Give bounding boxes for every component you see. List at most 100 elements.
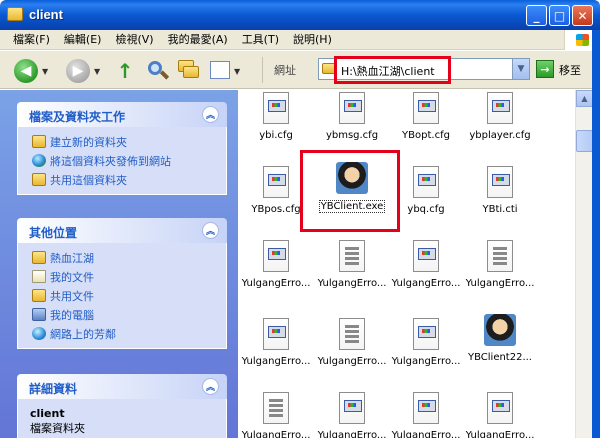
config-file-icon: [487, 166, 513, 198]
file-item[interactable]: YBti.cti: [462, 166, 538, 215]
go-button[interactable]: →: [536, 60, 554, 78]
file-item[interactable]: YulgangErro...: [238, 318, 314, 367]
address-dropdown-button[interactable]: ▼: [512, 59, 529, 79]
file-item[interactable]: ybi.cfg: [238, 92, 314, 141]
place-my-computer[interactable]: 我的電腦: [30, 305, 226, 324]
exe-highlight: [300, 150, 400, 232]
globe-icon: [32, 154, 46, 167]
text-file-icon: [339, 318, 365, 350]
file-item[interactable]: YulgangErro...: [388, 392, 464, 438]
config-file-icon: [339, 92, 365, 124]
config-file-icon: [263, 318, 289, 350]
file-item[interactable]: YBopt.cfg: [388, 92, 464, 141]
forward-dropdown-icon[interactable]: ▼: [94, 67, 100, 76]
vertical-scrollbar[interactable]: ▲: [575, 90, 593, 438]
place-shared-documents[interactable]: 共用文件: [30, 286, 226, 305]
documents-icon: [32, 270, 46, 283]
file-item[interactable]: YulgangErro...: [462, 392, 538, 438]
details-name: client: [30, 407, 65, 420]
file-item[interactable]: ybplayer.cfg: [462, 92, 538, 141]
scroll-up-button[interactable]: ▲: [576, 90, 593, 107]
config-file-icon: [263, 240, 289, 272]
place-game-folder[interactable]: 熱血江湖: [30, 248, 226, 267]
place-my-documents[interactable]: 我的文件: [30, 267, 226, 286]
text-file-icon: [487, 240, 513, 272]
file-item[interactable]: YulgangErro...: [314, 392, 390, 438]
config-file-icon: [263, 166, 289, 198]
file-item[interactable]: YBClient22...: [462, 314, 538, 363]
views-dropdown-icon[interactable]: ▼: [234, 67, 240, 76]
menu-help[interactable]: 說明(H): [286, 30, 339, 50]
windows-flag-icon: [576, 34, 589, 46]
minimize-button[interactable]: _: [526, 5, 547, 26]
file-item[interactable]: YulgangErro...: [238, 240, 314, 289]
forward-button[interactable]: ▶: [66, 59, 90, 83]
address-highlight: [334, 56, 451, 84]
config-file-icon: [413, 166, 439, 198]
details-panel: 詳細資料 ︽ client 檔案資料夾: [17, 374, 227, 438]
file-item[interactable]: YulgangErro...: [314, 240, 390, 289]
file-item[interactable]: ybmsg.cfg: [314, 92, 390, 141]
computer-icon: [32, 308, 46, 321]
text-file-icon: [339, 240, 365, 272]
panel-header[interactable]: 詳細資料 ︽: [17, 374, 227, 399]
task-pane: 檔案及資料夾工作 ︽ 建立新的資料夾 將這個資料夾發佈到網站 共用這個資料夾 其…: [0, 90, 238, 438]
menu-bar: 檔案(F) 編輯(E) 檢視(V) 我的最愛(A) 工具(T) 說明(H): [0, 30, 600, 50]
file-tasks-panel: 檔案及資料夾工作 ︽ 建立新的資料夾 將這個資料夾發佈到網站 共用這個資料夾: [17, 102, 227, 195]
file-item[interactable]: YulgangErro...: [462, 240, 538, 289]
shared-folder-icon: [32, 289, 46, 302]
menu-edit[interactable]: 編輯(E): [57, 30, 109, 50]
panel-title: 檔案及資料夾工作: [29, 110, 126, 124]
views-button[interactable]: [210, 61, 230, 79]
file-list[interactable]: ybi.cfg ybmsg.cfg YBopt.cfg ybplayer.cfg…: [238, 90, 575, 438]
panel-header[interactable]: 其他位置 ︽: [17, 218, 227, 243]
window-title: client: [29, 7, 63, 22]
config-file-icon: [413, 240, 439, 272]
menu-file[interactable]: 檔案(F): [6, 30, 57, 50]
config-file-icon: [487, 92, 513, 124]
share-folder-icon: [32, 173, 46, 186]
up-folder-button[interactable]: ↑: [114, 59, 136, 83]
collapse-icon[interactable]: ︽: [202, 106, 219, 123]
config-file-icon: [487, 392, 513, 424]
menu-view[interactable]: 檢視(V): [108, 30, 160, 50]
panel-title: 其他位置: [29, 226, 78, 240]
file-item[interactable]: YulgangErro...: [388, 318, 464, 367]
title-bar[interactable]: client _ □ ✕: [0, 0, 600, 30]
new-folder-icon: [32, 135, 46, 148]
network-icon: [32, 327, 46, 340]
task-new-folder[interactable]: 建立新的資料夾: [30, 132, 226, 151]
collapse-icon[interactable]: ︽: [202, 378, 219, 395]
maximize-button[interactable]: □: [549, 5, 570, 26]
config-file-icon: [413, 318, 439, 350]
config-file-icon: [263, 92, 289, 124]
close-button[interactable]: ✕: [572, 5, 593, 26]
collapse-icon[interactable]: ︽: [202, 222, 219, 239]
config-file-icon: [413, 392, 439, 424]
task-share-folder[interactable]: 共用這個資料夾: [30, 170, 226, 189]
folder-icon: [7, 7, 23, 21]
other-places-panel: 其他位置 ︽ 熱血江湖 我的文件 共用文件 我的電腦 網路上的芳鄰: [17, 218, 227, 349]
window-border: [592, 30, 600, 438]
go-label[interactable]: 移至: [559, 62, 581, 78]
text-file-icon: [263, 392, 289, 424]
file-item[interactable]: YulgangErro...: [388, 240, 464, 289]
game-exe-icon: [484, 314, 516, 346]
search-button[interactable]: [146, 60, 170, 82]
folders-button[interactable]: [178, 60, 200, 80]
scroll-thumb[interactable]: [576, 130, 593, 152]
back-button[interactable]: ◀: [14, 59, 38, 83]
config-file-icon: [413, 92, 439, 124]
back-dropdown-icon[interactable]: ▼: [42, 67, 48, 76]
folder-icon: [32, 251, 46, 264]
file-item[interactable]: YulgangErro...: [238, 392, 314, 438]
menu-favorites[interactable]: 我的最愛(A): [161, 30, 235, 50]
place-network[interactable]: 網路上的芳鄰: [30, 324, 226, 343]
task-publish-web[interactable]: 將這個資料夾發佈到網站: [30, 151, 226, 170]
address-label: 網址: [274, 64, 296, 77]
file-item[interactable]: YulgangErro...: [314, 318, 390, 367]
panel-header[interactable]: 檔案及資料夾工作 ︽: [17, 102, 227, 127]
config-file-icon: [339, 392, 365, 424]
menu-tools[interactable]: 工具(T): [235, 30, 286, 50]
panel-title: 詳細資料: [29, 382, 78, 396]
